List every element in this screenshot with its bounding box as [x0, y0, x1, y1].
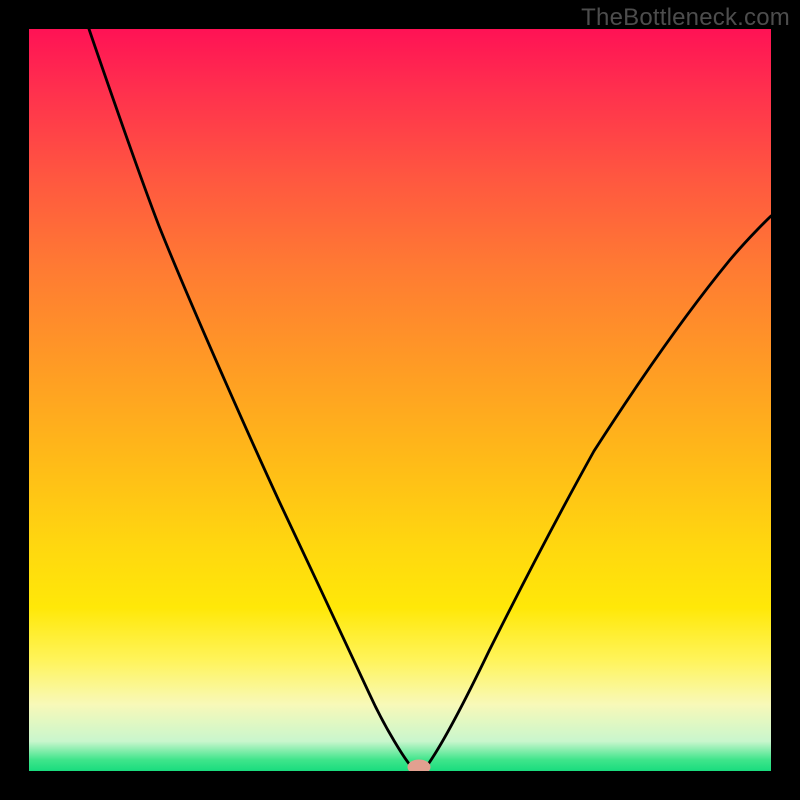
bottleneck-curve: [89, 29, 771, 771]
chart-frame: TheBottleneck.com: [0, 0, 800, 800]
optimum-marker: [408, 760, 430, 771]
chart-svg: [29, 29, 771, 771]
chart-plot-area: [29, 29, 771, 771]
watermark-text: TheBottleneck.com: [581, 4, 790, 32]
